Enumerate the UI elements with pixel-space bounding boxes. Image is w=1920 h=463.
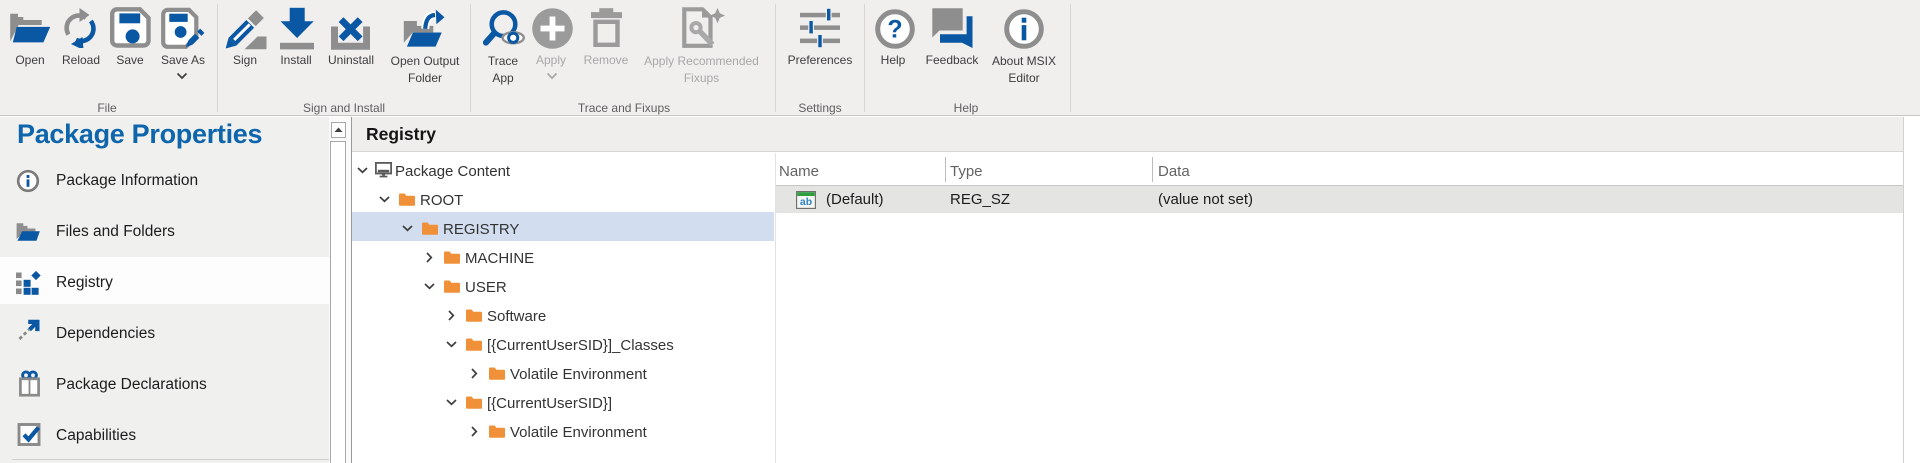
svg-text:ab: ab <box>800 196 812 208</box>
svg-text:?: ? <box>887 16 902 44</box>
